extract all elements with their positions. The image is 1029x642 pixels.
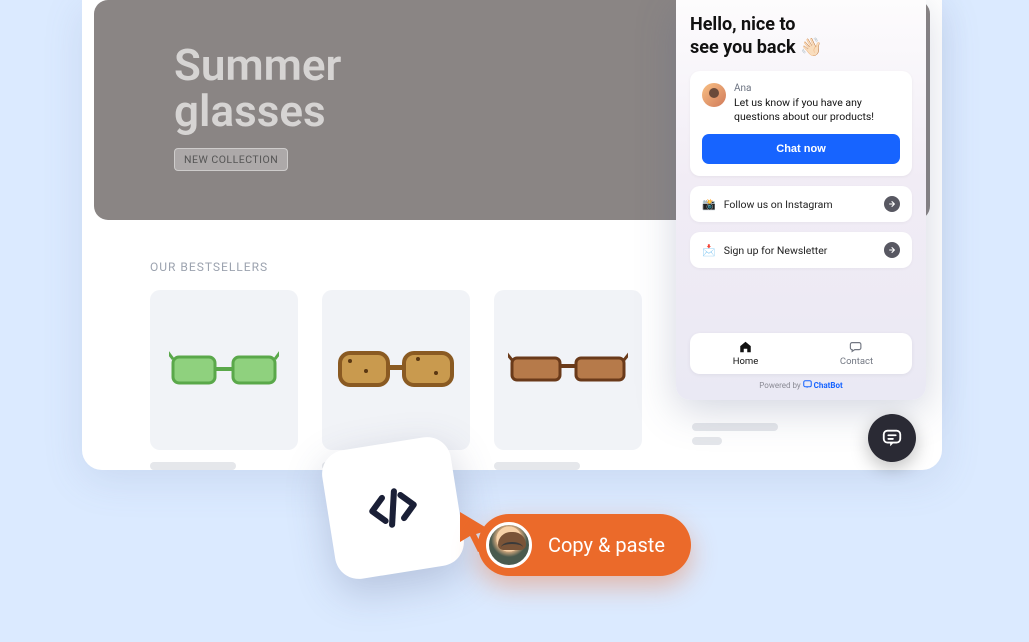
product-image xyxy=(508,346,628,394)
product-skeleton xyxy=(692,417,778,445)
agent-message: Let us know if you have any questions ab… xyxy=(734,96,900,124)
chatbot-widget: Hello, nice to see you back 👋🏻 Ana Let u… xyxy=(676,0,926,400)
product-image xyxy=(169,345,279,395)
instagram-row[interactable]: 📸 Follow us on Instagram xyxy=(690,186,912,222)
chat-launcher-button[interactable] xyxy=(868,414,916,462)
chat-bubble-icon xyxy=(881,427,903,449)
chatbot-logo-icon xyxy=(803,380,812,389)
user-avatar xyxy=(486,522,532,568)
powered-brand: ChatBot xyxy=(814,381,843,390)
newsletter-label: Sign up for Newsletter xyxy=(724,244,828,257)
product-skeleton xyxy=(150,456,236,470)
hero-title-line1: Summer xyxy=(174,39,341,91)
greeting-line1: Hello, nice to xyxy=(690,14,795,35)
camera-icon: 📸 xyxy=(702,198,716,211)
nav-home[interactable]: Home xyxy=(690,340,801,367)
copy-paste-pill[interactable]: Copy & paste xyxy=(478,514,691,576)
agent-name: Ana xyxy=(734,83,900,94)
product-image xyxy=(336,343,456,397)
mail-icon: 📩 xyxy=(702,244,716,257)
arrow-right-icon xyxy=(884,242,900,258)
product-card-2[interactable] xyxy=(322,290,470,450)
greeting-line2: see you back xyxy=(690,37,796,58)
hero-title-line2: glasses xyxy=(174,85,326,137)
chat-nav: Home Contact xyxy=(690,333,912,374)
product-card-1[interactable] xyxy=(150,290,298,450)
code-icon xyxy=(361,476,425,540)
home-icon xyxy=(738,340,753,354)
product-skeleton xyxy=(494,456,580,470)
nav-contact-label: Contact xyxy=(840,356,873,367)
newsletter-row[interactable]: 📩 Sign up for Newsletter xyxy=(690,232,912,268)
chat-icon xyxy=(849,340,864,354)
arrow-right-icon xyxy=(884,196,900,212)
hero-title: Summer glasses xyxy=(174,42,341,134)
nav-contact[interactable]: Contact xyxy=(801,340,912,367)
instagram-label: Follow us on Instagram xyxy=(724,198,833,211)
copy-paste-label: Copy & paste xyxy=(548,533,665,557)
chat-greeting: Hello, nice to see you back 👋🏻 xyxy=(690,14,912,59)
embed-code-card xyxy=(319,434,468,583)
wave-icon: 👋🏻 xyxy=(800,37,822,58)
powered-by: Powered by ChatBot xyxy=(690,380,912,390)
new-collection-badge[interactable]: NEW COLLECTION xyxy=(174,148,288,171)
chat-now-button[interactable]: Chat now xyxy=(702,134,900,164)
agent-avatar xyxy=(702,83,726,107)
powered-prefix: Powered by xyxy=(759,381,800,390)
nav-home-label: Home xyxy=(733,356,759,367)
product-card-3[interactable] xyxy=(494,290,642,450)
chat-agent-card: Ana Let us know if you have any question… xyxy=(690,71,912,176)
